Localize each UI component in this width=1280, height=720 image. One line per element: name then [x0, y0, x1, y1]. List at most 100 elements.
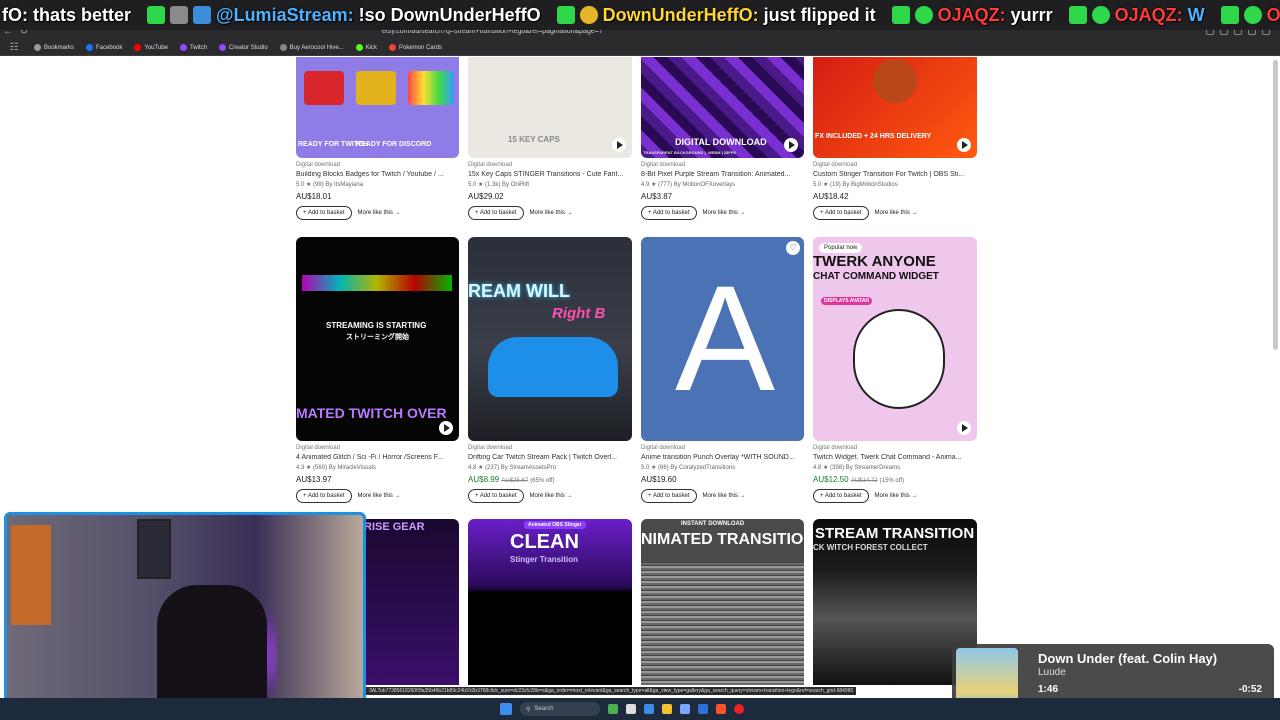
bookmark-item[interactable]: Buy Aerocool Hive...	[279, 44, 344, 51]
app-icon[interactable]	[698, 704, 708, 714]
add-to-basket-button[interactable]: + Add to basket	[641, 206, 697, 220]
folder-icon[interactable]	[662, 704, 672, 714]
add-to-basket-button[interactable]: + Add to basket	[468, 206, 524, 220]
listing-title[interactable]: 4 Animated Glitch / Sci -Fi / Horror /Sc…	[296, 454, 460, 461]
more-like-this-link[interactable]: More like this →	[703, 493, 746, 499]
store-icon	[279, 44, 287, 51]
bookmark-item[interactable]: Creator Studio	[218, 44, 268, 51]
search-label: Search	[534, 706, 554, 712]
listing-price: AU$18.42	[813, 192, 849, 201]
apps-icon[interactable]: ☷	[6, 42, 22, 53]
more-like-this-link[interactable]: More like this →	[875, 493, 918, 499]
bookmark-item[interactable]: Pokemon Cards	[389, 44, 442, 51]
listing-info: Digital download Drifting Car Twitch Str…	[468, 445, 632, 503]
listing-title[interactable]: Building Blocks Badges for Twitch / Yout…	[296, 171, 460, 178]
add-to-basket-button[interactable]: + Add to basket	[813, 206, 869, 220]
app-icon[interactable]	[734, 704, 744, 714]
more-like-this-link[interactable]: More like this →	[530, 210, 573, 216]
listing-rating: 5.0 ★ (66) By CoralyzedTransitions	[641, 465, 736, 471]
listing-title[interactable]: 8-Bit Pixel Purple Stream Transition: An…	[641, 171, 805, 178]
download-label: Digital download	[296, 445, 341, 451]
download-label: Digital download	[641, 445, 686, 451]
listing-title[interactable]: Custom Stinger Transition For Twitch | O…	[813, 171, 977, 178]
play-icon[interactable]	[957, 138, 971, 152]
listing-price: AU$12.50	[813, 475, 849, 484]
chat-message: OJAQZ: W	[1068, 5, 1205, 26]
play-icon[interactable]	[439, 421, 453, 435]
download-label: Digital download	[813, 162, 858, 168]
more-like-this-link[interactable]: More like this →	[358, 210, 401, 216]
heart-icon[interactable]: ♡	[786, 241, 800, 255]
more-like-this-link[interactable]: More like this →	[530, 493, 573, 499]
kick-icon	[355, 44, 363, 51]
thumb-label: Stinger Transition	[510, 555, 579, 564]
thumb-label: ストリーミング開始	[346, 334, 409, 341]
add-to-basket-button[interactable]: + Add to basket	[296, 489, 352, 503]
thumb-label: CHAT COMMAND WIDGET	[813, 271, 939, 282]
sub-icon	[579, 6, 598, 24]
listing-thumbnail[interactable]: READY FOR TWITCH READY FOR DISCORD	[296, 57, 459, 158]
listing-info: Digital download Anime transition Punch …	[641, 445, 805, 503]
song-title: Down Under (feat. Colin Hay)	[1038, 651, 1218, 666]
more-like-this-link[interactable]: More like this →	[875, 210, 918, 216]
bookmark-item[interactable]: Facebook	[86, 44, 122, 51]
current-time: 1:46	[1038, 684, 1059, 695]
listing-thumbnail[interactable]: STREAMING IS STARTING ストリーミング開始 MATED TW…	[296, 237, 459, 441]
start-icon[interactable]	[500, 703, 512, 715]
add-to-basket-button[interactable]: + Add to basket	[468, 489, 524, 503]
taskbar-search[interactable]: ⚲ Search	[520, 702, 600, 716]
bookmark-label: Twitch	[189, 44, 207, 51]
thumb-label: CK WITCH FOREST COLLECT	[813, 543, 928, 552]
thumb-label: DISPLAYS AVATAR	[821, 297, 873, 305]
bookmark-item[interactable]: Twitch	[179, 44, 207, 51]
wall-poster	[137, 519, 171, 579]
more-like-this-link[interactable]: More like this →	[703, 210, 746, 216]
scrollbar[interactable]	[1273, 60, 1278, 350]
listing-title[interactable]: Anime transition Punch Overlay *WITH SOU…	[641, 454, 805, 461]
listing-thumbnail[interactable]: RISE GEAR	[360, 519, 459, 685]
more-like-this-link[interactable]: More like this →	[358, 493, 401, 499]
listing-thumbnail[interactable]: FX INCLUDED + 24 HRS DELIVERY	[813, 57, 977, 158]
listing-thumbnail[interactable]: 15 KEY CAPS	[468, 57, 632, 158]
add-to-basket-button[interactable]: + Add to basket	[641, 489, 697, 503]
bookmarks-bar: ☷ Bookmarks Facebook YouTube Twitch Crea…	[0, 40, 1280, 56]
app-icon[interactable]	[626, 704, 636, 714]
popular-badge: Popular now	[819, 243, 863, 253]
listing-thumbnail[interactable]: DIGITAL DOWNLOAD TRANSPARENT BACKGROUND …	[641, 57, 804, 158]
listing-thumbnail[interactable]: Popular now TWERK ANYONE CHAT COMMAND WI…	[813, 237, 977, 441]
bookmark-item[interactable]: YouTube	[134, 44, 168, 51]
listing-rating: 4.3 ★ (560) By MiracleVisuals	[296, 465, 376, 471]
taskbar-apps	[608, 704, 744, 714]
play-icon[interactable]	[957, 421, 971, 435]
listing-title[interactable]: 15x Key Caps STINGER Transitions - Cute …	[468, 171, 632, 178]
add-to-basket-button[interactable]: + Add to basket	[813, 489, 869, 503]
app-icon[interactable]	[644, 704, 654, 714]
listing-title[interactable]: Drifting Car Twitch Stream Pack | Twitch…	[468, 454, 632, 461]
add-to-basket-button[interactable]: + Add to basket	[296, 206, 352, 220]
webcam-overlay	[4, 512, 366, 716]
play-icon[interactable]	[784, 138, 798, 152]
chat-text: fO: thats better	[2, 4, 132, 25]
listing-thumbnail[interactable]: Animated OBS Stinger CLEAN Stinger Trans…	[468, 519, 632, 685]
thumb-label: Animated OBS Stinger	[524, 521, 586, 529]
listing-thumbnail[interactable]: INSTANT DOWNLOAD NIMATED TRANSITIO	[641, 519, 804, 685]
listing-thumbnail[interactable]: REAM WILL Right B	[468, 237, 632, 441]
bookmark-label: Pokemon Cards	[399, 44, 443, 51]
listing-thumbnail[interactable]: A ♡	[641, 237, 804, 441]
mod-icon	[170, 6, 189, 24]
status-url: 3ALTob77385618260f0fa35b46b21b89c24b910b…	[366, 687, 857, 695]
chat-username: @LumiaStream:	[216, 4, 354, 25]
listing-title[interactable]: Twitch Widget. Twerk Chat Command - Anim…	[813, 454, 977, 461]
app-icon[interactable]	[608, 704, 618, 714]
download-label: Digital download	[641, 162, 686, 168]
app-icon[interactable]	[680, 704, 690, 714]
mascot-image	[873, 59, 917, 103]
download-label: Digital download	[468, 445, 513, 451]
bookmark-item[interactable]: Bookmarks	[34, 44, 74, 51]
thumb-letter: A	[675, 254, 776, 422]
bookmark-item[interactable]: Kick	[355, 44, 377, 51]
original-price: AU$14.72	[850, 478, 878, 484]
thumb-label: NIMATED TRANSITIO	[641, 531, 804, 548]
play-icon[interactable]	[612, 138, 626, 152]
brave-icon[interactable]	[716, 704, 726, 714]
